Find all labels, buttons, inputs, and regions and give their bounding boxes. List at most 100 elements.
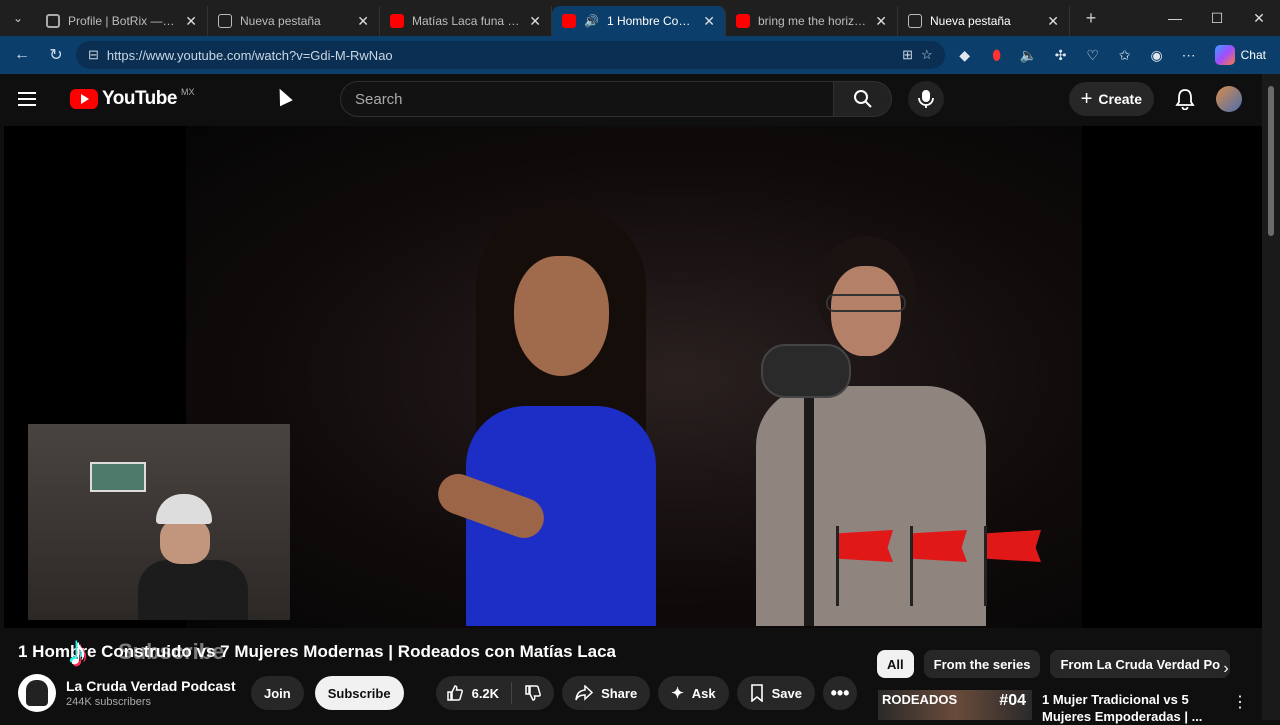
maximize-icon[interactable]: ☐ [1196,10,1238,27]
voice-search-button[interactable] [908,81,944,117]
close-icon[interactable]: ✕ [1047,13,1059,30]
create-label: Create [1098,91,1142,107]
like-button[interactable]: 6.2K [436,682,513,704]
search-bar: Search [340,81,944,117]
search-icon [853,90,872,108]
youtube-icon [390,14,404,28]
tab-new-tab-2[interactable]: Nueva pestaña ✕ [898,6,1070,36]
subscribe-label: Subscribe [327,685,391,701]
close-icon[interactable]: ✕ [529,13,541,30]
site-info-icon[interactable]: ⊟ [88,47,99,63]
recommendation-more-icon[interactable]: ⋮ [1232,692,1248,720]
extension-diamond-icon[interactable]: ◆ [951,41,979,69]
plus-icon: + [1080,87,1093,110]
tab-botrix[interactable]: Profile | BotRix — Cloud ✕ [36,6,208,36]
tiktok-icon: ♪ [68,630,88,674]
thumb-brand: RODEADOS [882,692,958,707]
close-icon[interactable]: ✕ [357,13,369,30]
streamer-webcam [28,424,290,620]
save-label: Save [771,685,803,701]
tab-title: 1 Hombre Construido [606,14,695,28]
channel-name[interactable]: La Cruda Verdad Podcast [66,678,244,694]
channel-avatar[interactable] [18,674,56,712]
gear-icon [46,14,60,28]
channel-info: La Cruda Verdad Podcast 244K subscribers [66,678,244,708]
chip-all[interactable]: All [877,650,914,678]
more-menu-icon[interactable]: ⋯ [1175,41,1203,69]
ask-button[interactable]: ✦ Ask [658,676,729,710]
subscriber-count: 244K subscribers [66,696,151,708]
copilot-chat-button[interactable]: Chat [1209,45,1272,65]
close-icon[interactable]: ✕ [703,13,715,30]
search-input[interactable]: Search [340,81,834,117]
share-label: Share [601,685,638,701]
favorite-star-icon[interactable]: ☆ [921,47,933,63]
tab-title: Nueva pestaña [930,14,1011,28]
save-button[interactable]: Save [736,676,816,710]
menu-hamburger-icon[interactable] [18,92,54,106]
browser-tab-strip: ⌄ Profile | BotRix — Cloud ✕ Nueva pesta… [0,0,1280,36]
user-avatar[interactable] [1216,86,1242,112]
join-label: Join [264,685,291,701]
speaker-icon[interactable]: 🔊 [584,14,599,28]
youtube-logo[interactable]: YouTube MX [70,87,194,110]
tab-new-tab-1[interactable]: Nueva pestaña ✕ [208,6,380,36]
share-button[interactable]: Share [562,676,651,710]
page-scrollbar[interactable] [1262,74,1280,720]
url-field[interactable]: ⊟ https://www.youtube.com/watch?v=Gdi-M-… [76,41,945,69]
recommendation-thumbnail[interactable]: RODEADOS #04 [878,690,1032,720]
subscribe-button[interactable]: Subscribe [314,676,404,710]
recommendation-title[interactable]: 1 Mujer Tradicional vs 5 Mujeres Empoder… [1042,691,1207,724]
profile-icon[interactable]: ◉ [1143,41,1171,69]
create-button[interactable]: + Create [1068,82,1154,116]
youtube-icon [562,14,576,28]
chat-label: Chat [1240,48,1266,62]
favorites-icon[interactable]: ✩ [1111,41,1139,69]
youtube-wordmark: YouTube [102,88,177,109]
volume-icon[interactable]: 🔈 [1015,41,1043,69]
search-placeholder: Search [355,90,403,108]
join-button[interactable]: Join [251,676,304,710]
tab-matias-laca[interactable]: Matías Laca funa - YouTu ✕ [380,6,552,36]
tab-title: Nueva pestaña [240,14,321,28]
streamer [138,494,248,620]
minimize-icon[interactable]: — [1154,10,1196,27]
recommendation-item[interactable]: RODEADOS #04 1 Mujer Tradicional vs 5 Mu… [878,690,1248,724]
extension-red-shield-icon[interactable]: ⬮ [983,41,1011,69]
youtube-play-icon [70,89,98,109]
window-controls: — ☐ ✕ [1154,10,1280,27]
page-icon [908,14,922,28]
scrollbar-thumb[interactable] [1268,86,1274,236]
close-icon[interactable]: ✕ [875,13,887,30]
share-arrow-icon [575,685,594,701]
youtube-icon [736,14,750,28]
more-actions-button[interactable]: ••• [823,676,858,710]
tab-bring-me-the-horizon[interactable]: bring me the horizon lo ✕ [726,6,898,36]
back-arrow-icon[interactable]: ← [8,41,36,69]
red-flags-overlay [836,526,1044,606]
more-dots-icon: ••• [830,682,850,703]
browser-essentials-icon[interactable]: ♡ [1079,41,1107,69]
exit-sign [90,462,146,492]
search-button[interactable] [834,81,892,117]
extensions-puzzle-icon[interactable]: ✣ [1047,41,1075,69]
bell-icon [1175,89,1195,110]
tiktok-overlay: ♪ Subscribe [60,628,270,676]
chips-next-chevron-icon[interactable]: › [1212,655,1240,683]
app-grid-icon[interactable]: ⊞ [902,47,913,63]
chip-from-the-series[interactable]: From the series [923,650,1041,678]
video-frame[interactable] [186,126,1082,628]
thumb-episode-number: #04 [999,692,1026,709]
video-microphone [761,344,851,398]
video-player[interactable] [4,126,1262,628]
tab-actions-chevron-icon[interactable]: ⌄ [0,0,36,36]
new-tab-plus-icon[interactable]: + [1076,8,1106,29]
close-icon[interactable]: ✕ [185,13,197,30]
dislike-button[interactable] [512,684,554,702]
window-close-icon[interactable]: ✕ [1238,10,1280,27]
notifications-bell-icon[interactable] [1168,82,1202,116]
chip-from-channel[interactable]: From La Cruda Verdad Po [1050,650,1231,678]
like-dislike-group: 6.2K [435,676,555,710]
tab-hombre-construido[interactable]: 🔊 1 Hombre Construido ✕ [552,6,726,36]
reload-icon[interactable]: ↻ [42,41,70,69]
